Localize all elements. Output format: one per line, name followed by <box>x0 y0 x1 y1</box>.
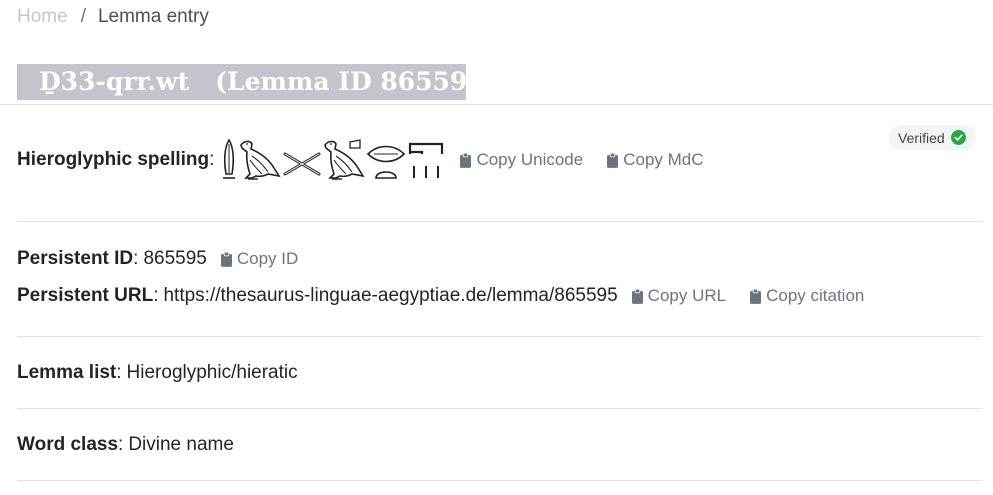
copy-citation-button[interactable]: Copy citation <box>750 286 864 306</box>
copy-citation-label: Copy citation <box>766 286 865 305</box>
persistent-url-colon: : <box>153 285 159 306</box>
lemma-list-row: Lemma list: Hieroglyphic/hieratic <box>17 362 298 384</box>
copy-mdc-button[interactable]: Copy MdC <box>607 150 704 170</box>
persistent-id-value: 865595 <box>143 248 207 269</box>
header-divider <box>0 104 993 105</box>
word-class-label: Word class <box>17 434 119 455</box>
word-class-value: Divine name <box>128 434 234 455</box>
persistent-id-label: Persistent ID <box>17 248 134 269</box>
lemma-id-label: (Lemma ID 865595) <box>215 67 497 96</box>
word-class-row: Word class: Divine name <box>17 434 234 456</box>
check-circle-icon <box>950 130 966 145</box>
clipboard-icon <box>460 152 472 168</box>
copy-unicode-button[interactable]: Copy Unicode <box>460 150 583 170</box>
breadcrumb: Home / Lemma entry <box>17 6 209 28</box>
hieroglyphic-signs <box>220 138 446 182</box>
copy-url-button[interactable]: Copy URL <box>631 286 727 306</box>
copy-id-label: Copy ID <box>236 249 299 268</box>
page-title: Ḏ33-qrr.wt (Lemma ID 865595) <box>17 64 497 100</box>
copy-unicode-label: Copy Unicode <box>476 150 584 169</box>
persistent-id-row: Persistent ID: 865595 Copy ID <box>17 248 298 270</box>
mouth-bread-sign <box>367 145 406 179</box>
status-label: Verified <box>898 129 945 146</box>
hieroglyphic-spelling-row: Hieroglyphic spelling: Copy Unicode Copy… <box>17 138 704 182</box>
reed-sign <box>223 138 236 179</box>
breadcrumb-current: Lemma entry <box>97 6 209 27</box>
copy-url-label: Copy URL <box>647 286 727 305</box>
breadcrumb-separator: / <box>80 6 86 27</box>
vulture-sign <box>240 140 282 180</box>
crossed-sticks-sign <box>283 152 321 176</box>
copy-id-button[interactable]: Copy ID <box>220 249 299 269</box>
copy-mdc-label: Copy MdC <box>623 150 704 169</box>
lemma-transliteration: Ḏ33-qrr.wt <box>39 67 190 96</box>
section-divider <box>17 221 982 222</box>
persistent-url-value[interactable]: https://thesaurus-linguae-aegyptiae.de/l… <box>163 285 617 307</box>
vulture-sign <box>324 139 366 180</box>
clipboard-icon <box>750 288 762 304</box>
lemma-list-value: Hieroglyphic/hieratic <box>126 362 298 383</box>
lemma-list-label: Lemma list <box>17 362 117 383</box>
lemma-list-colon: : <box>116 362 122 383</box>
persistent-url-label: Persistent URL <box>17 285 154 306</box>
clipboard-icon <box>220 251 232 267</box>
status-badge: Verified <box>889 125 976 150</box>
clipboard-icon <box>631 288 643 304</box>
section-divider <box>17 408 982 409</box>
section-divider <box>17 480 982 481</box>
breadcrumb-home-link[interactable]: Home <box>17 6 68 28</box>
word-class-colon: : <box>118 434 124 455</box>
persistent-id-colon: : <box>133 248 139 269</box>
persistent-url-row: Persistent URL: https://thesaurus-lingua… <box>17 285 864 307</box>
section-divider <box>17 336 982 337</box>
hieroglyphic-spelling-label: Hieroglyphic spelling <box>17 149 210 170</box>
hieroglyphic-spelling-colon: : <box>209 149 215 170</box>
clipboard-icon <box>607 152 619 168</box>
house-plural-sign <box>409 142 444 178</box>
